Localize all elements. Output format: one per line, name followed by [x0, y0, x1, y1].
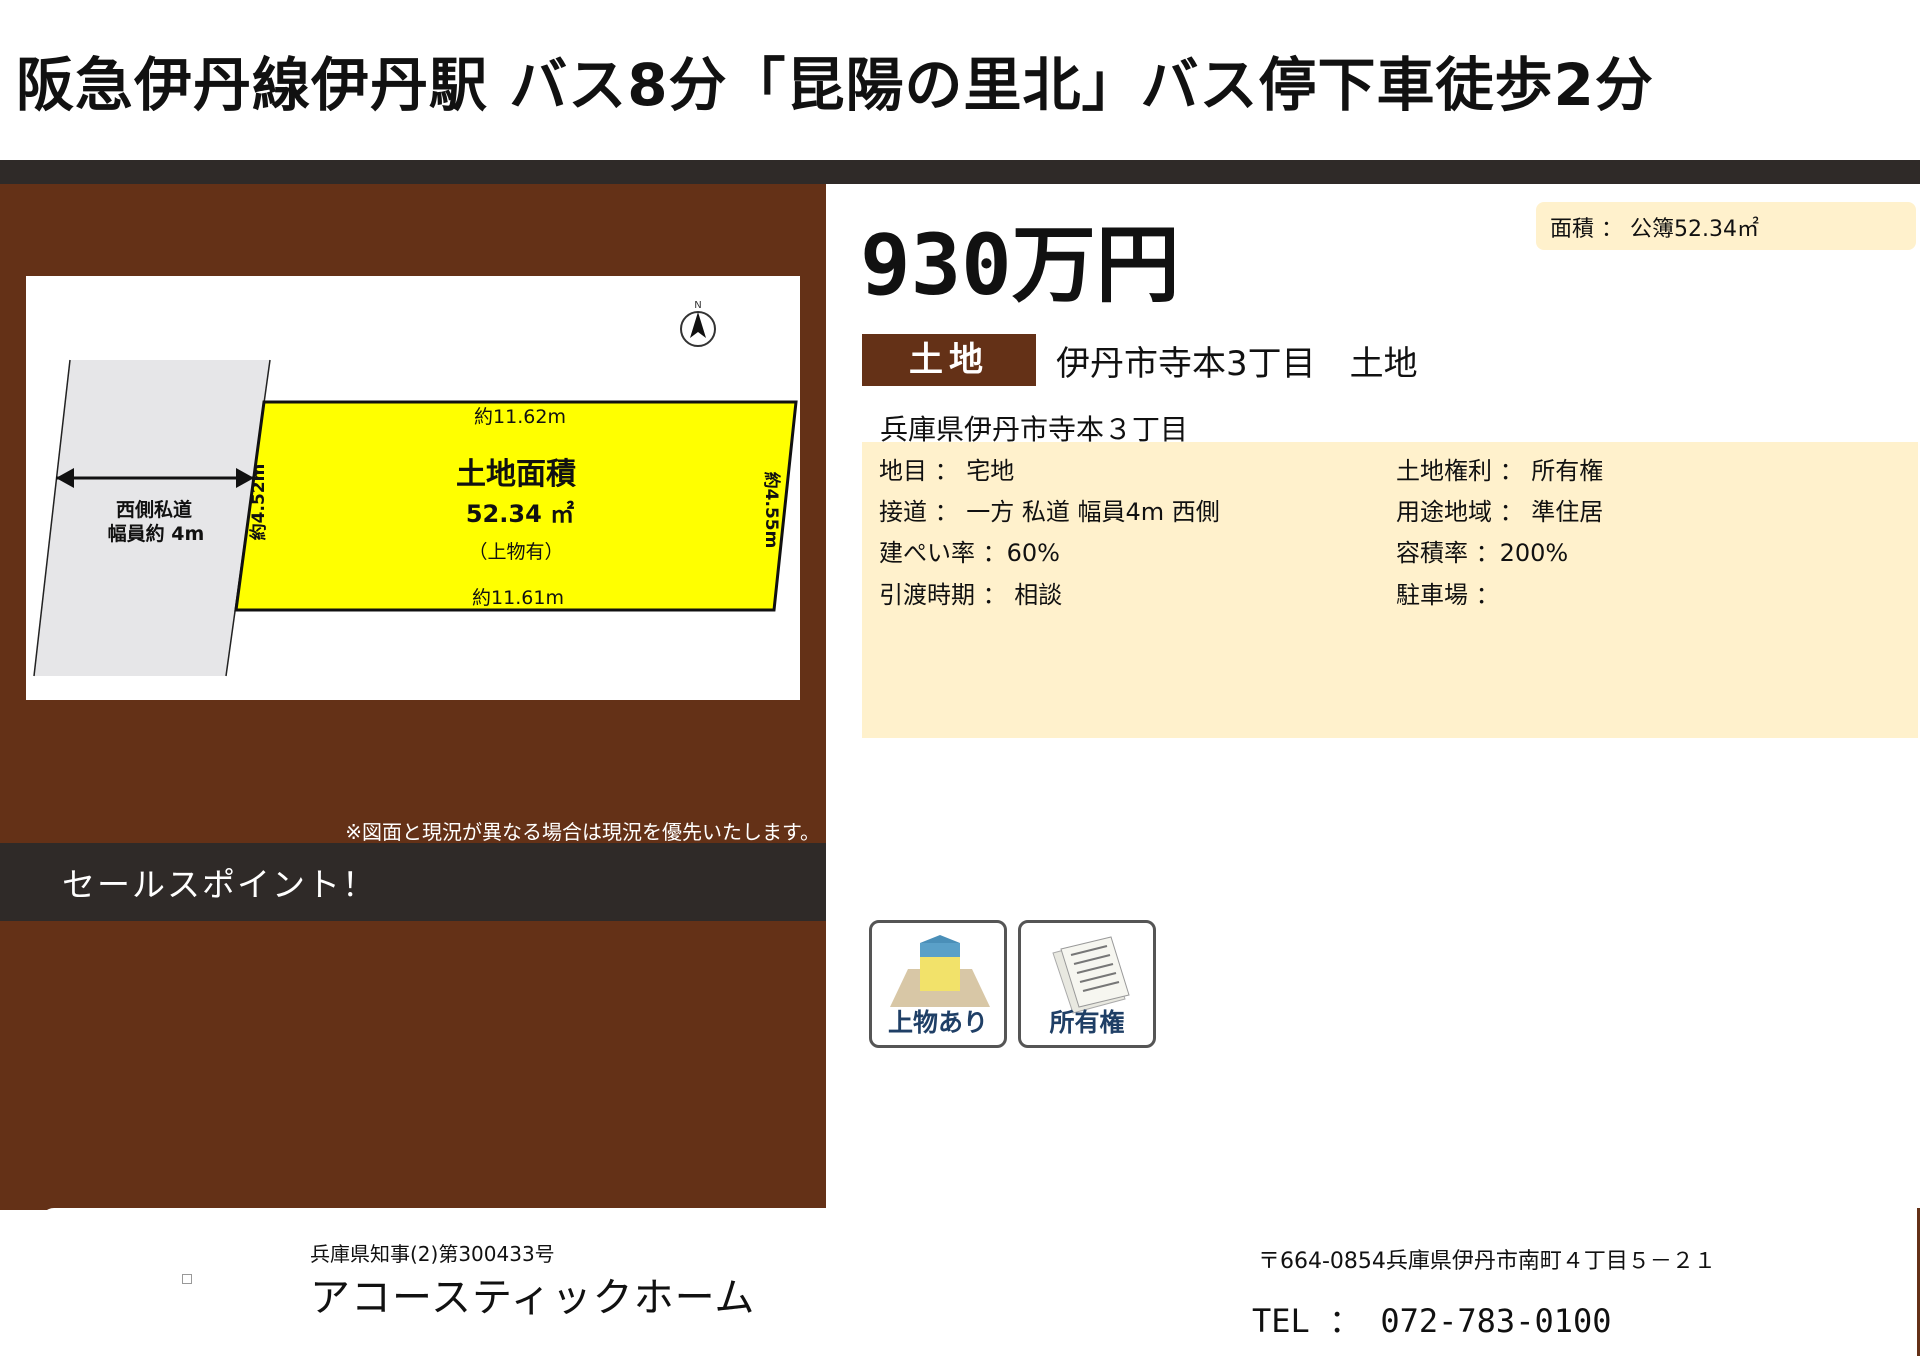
company-name: アコースティックホーム — [310, 1275, 756, 1321]
detail-floor-area-ratio: 容積率 ：200% — [1396, 539, 1569, 567]
tag-label: 所有権 — [1049, 1008, 1125, 1037]
road-label-line1: 西側私道 — [116, 498, 192, 521]
plot-area-note: （上物有） — [468, 541, 563, 563]
license-number: 兵庫県知事(2)第300433号 — [310, 1242, 555, 1266]
detail-coverage-ratio: 建ぺい率 ：60% — [879, 539, 1060, 567]
page-headline: 阪急伊丹線伊丹駅 バス8分「昆陽の里北」バス停下車徒歩2分 — [16, 51, 1654, 119]
company-tel: TEL ： 072-783-0100 — [1252, 1302, 1612, 1340]
tag-building-exists: 上物あり — [869, 920, 1007, 1048]
tag-label: 上物あり — [887, 1008, 988, 1037]
road-label-line2: 幅員約 4m — [108, 522, 205, 545]
sales-point-title: セールスポイント！ — [62, 865, 377, 904]
price: 930万円 — [860, 216, 1180, 314]
company-logo-placeholder — [182, 1274, 192, 1284]
detail-zoning: 用途地域 ： 準住居 — [1396, 498, 1604, 526]
plot-bottom-width: 約11.61m — [472, 587, 564, 609]
property-type-badge: 土地 — [862, 334, 1036, 386]
plot-left-height: 約4.52m — [248, 464, 269, 541]
site-plan: N 約11.62m 約11.61m 土地面積 52.34 ㎡ （上物有） 西側私… — [26, 276, 800, 700]
plan-disclaimer: ※図面と現況が異なる場合は現況を優先いたします。 — [345, 820, 820, 844]
header-divider-bar — [0, 160, 1920, 184]
detail-handover: 引渡時期 ： 相談 — [879, 581, 1063, 609]
company-address: 〒664-0854兵庫県伊丹市南町４丁目５－２１ — [1258, 1249, 1716, 1274]
detail-parking: 駐車場 ： — [1396, 581, 1500, 609]
plot-top-width: 約11.62m — [474, 406, 566, 428]
detail-land-right: 土地権利 ： 所有権 — [1396, 457, 1604, 485]
plot-area-value: 52.34 ㎡ — [466, 500, 574, 528]
site-plan-drawing: N 約11.62m 約11.61m 土地面積 52.34 ㎡ （上物有） 西側私… — [33, 300, 798, 677]
area-badge: 面積 ： 公簿52.34㎡ — [1536, 202, 1916, 250]
north-label: N — [694, 300, 701, 311]
north-arrow-icon — [690, 312, 706, 338]
detail-road-access: 接道 ： 一方 私道 幅員4m 西側 — [879, 498, 1220, 526]
detail-land-category: 地目 ： 宅地 — [879, 457, 1015, 485]
plot-area-title: 土地面積 — [456, 457, 576, 492]
listing-name: 伊丹市寺本3丁目 土地 — [1056, 344, 1418, 384]
tag-ownership: 所有権 — [1018, 920, 1156, 1048]
plot-right-height: 約4.55m — [761, 472, 782, 549]
